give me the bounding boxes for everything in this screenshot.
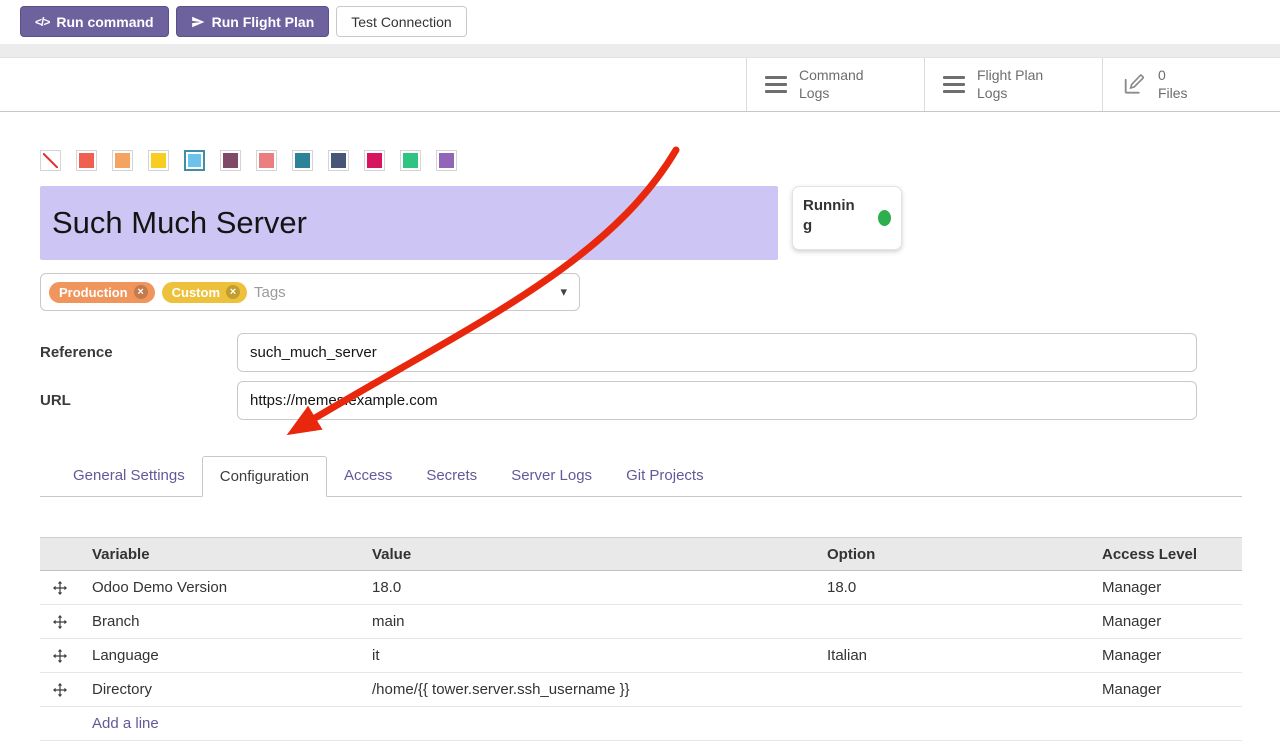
tab-general-settings[interactable]: General Settings bbox=[56, 456, 202, 496]
drag-handle-icon[interactable] bbox=[40, 649, 80, 663]
cell-variable[interactable]: Directory bbox=[80, 681, 360, 698]
table-row[interactable]: Odoo Demo Version 18.0 18.0 Manager bbox=[40, 571, 1242, 605]
form-fields: Reference such_much_server URL https://m… bbox=[40, 333, 1197, 420]
cell-value[interactable]: 18.0 bbox=[360, 579, 815, 596]
cell-access[interactable]: Manager bbox=[1090, 579, 1242, 596]
cell-variable[interactable]: Language bbox=[80, 647, 360, 664]
color-swatch[interactable] bbox=[400, 150, 421, 171]
command-logs-button[interactable]: Command Logs bbox=[746, 58, 924, 111]
reference-input[interactable]: such_much_server bbox=[237, 333, 1197, 372]
divider-strip bbox=[0, 44, 1280, 58]
cell-value[interactable]: main bbox=[360, 613, 815, 630]
list-icon bbox=[943, 76, 965, 93]
reference-label: Reference bbox=[40, 344, 237, 361]
list-icon bbox=[765, 76, 787, 93]
status-dot-icon bbox=[878, 210, 891, 226]
header-variable: Variable bbox=[80, 546, 360, 563]
cell-access[interactable]: Manager bbox=[1090, 681, 1242, 698]
color-swatch[interactable] bbox=[112, 150, 133, 171]
add-line-link[interactable]: Add a line bbox=[92, 715, 159, 732]
cell-option[interactable]: Italian bbox=[815, 647, 1090, 664]
tag-pill: Production × bbox=[49, 282, 155, 303]
cell-variable[interactable]: Branch bbox=[80, 613, 360, 630]
table-row[interactable]: Directory /home/{{ tower.server.ssh_user… bbox=[40, 673, 1242, 707]
cell-access[interactable]: Manager bbox=[1090, 613, 1242, 630]
cell-variable[interactable]: Odoo Demo Version bbox=[80, 579, 360, 596]
header-access-level: Access Level bbox=[1090, 546, 1242, 563]
color-swatch-none[interactable] bbox=[40, 150, 61, 171]
top-toolbar: </> Run command Run Flight Plan Test Con… bbox=[0, 0, 1280, 44]
cell-value[interactable]: /home/{{ tower.server.ssh_username }} bbox=[360, 681, 815, 698]
header-option: Option bbox=[815, 546, 1090, 563]
run-flight-plan-button[interactable]: Run Flight Plan bbox=[176, 6, 330, 37]
tab-configuration[interactable]: Configuration bbox=[202, 456, 327, 497]
table-row[interactable]: Branch main Manager bbox=[40, 605, 1242, 639]
drag-handle-icon[interactable] bbox=[40, 581, 80, 595]
color-swatch[interactable] bbox=[292, 150, 313, 171]
cell-access[interactable]: Manager bbox=[1090, 647, 1242, 664]
run-command-button[interactable]: </> Run command bbox=[20, 6, 169, 37]
color-swatch[interactable] bbox=[220, 150, 241, 171]
code-icon: </> bbox=[35, 15, 49, 29]
color-swatch[interactable] bbox=[364, 150, 385, 171]
server-name-input[interactable]: Such Much Server bbox=[40, 186, 778, 260]
drag-handle-icon[interactable] bbox=[40, 615, 80, 629]
tab-git-projects[interactable]: Git Projects bbox=[609, 456, 721, 496]
drag-handle-icon[interactable] bbox=[40, 683, 80, 697]
notebook-tabs: General Settings Configuration Access Se… bbox=[40, 456, 1242, 497]
files-label: Files bbox=[1158, 85, 1188, 103]
variables-table: Variable Value Option Access Level Odoo … bbox=[40, 537, 1242, 741]
edit-icon bbox=[1121, 72, 1146, 97]
table-row[interactable]: Language it Italian Manager bbox=[40, 639, 1242, 673]
tag-label: Custom bbox=[172, 285, 220, 300]
tag-label: Production bbox=[59, 285, 128, 300]
url-input[interactable]: https://memes.example.com bbox=[237, 381, 1197, 420]
add-line-row: Add a line bbox=[40, 707, 1242, 741]
status-label: Running bbox=[803, 196, 857, 240]
color-swatch[interactable] bbox=[328, 150, 349, 171]
tag-pill: Custom × bbox=[162, 282, 247, 303]
color-swatch[interactable] bbox=[436, 150, 457, 171]
color-picker bbox=[40, 150, 1242, 171]
header-value: Value bbox=[360, 546, 815, 563]
color-swatch[interactable] bbox=[256, 150, 277, 171]
tags-placeholder: Tags bbox=[254, 284, 286, 301]
table-header-row: Variable Value Option Access Level bbox=[40, 537, 1242, 571]
flight-plan-logs-label: Flight Plan Logs bbox=[977, 67, 1057, 102]
files-button[interactable]: 0 Files bbox=[1102, 58, 1280, 111]
tags-input[interactable]: Production × Custom × Tags ▾ bbox=[40, 273, 580, 311]
tag-remove-icon[interactable]: × bbox=[226, 285, 240, 299]
flight-plan-logs-button[interactable]: Flight Plan Logs bbox=[924, 58, 1102, 111]
chevron-down-icon[interactable]: ▾ bbox=[560, 284, 567, 300]
status-badge[interactable]: Running bbox=[792, 186, 902, 250]
stat-bar: Command Logs Flight Plan Logs 0 Files bbox=[0, 58, 1280, 112]
paper-plane-icon bbox=[191, 15, 205, 29]
color-swatch-selected[interactable] bbox=[184, 150, 205, 171]
color-swatch[interactable] bbox=[76, 150, 97, 171]
run-flight-plan-label: Run Flight Plan bbox=[212, 14, 315, 30]
command-logs-label: Command Logs bbox=[799, 67, 879, 102]
test-connection-button[interactable]: Test Connection bbox=[336, 6, 466, 37]
color-swatch[interactable] bbox=[148, 150, 169, 171]
tab-access[interactable]: Access bbox=[327, 456, 409, 496]
tag-remove-icon[interactable]: × bbox=[134, 285, 148, 299]
cell-value[interactable]: it bbox=[360, 647, 815, 664]
run-command-label: Run command bbox=[56, 14, 153, 30]
cell-option[interactable]: 18.0 bbox=[815, 579, 1090, 596]
tab-secrets[interactable]: Secrets bbox=[409, 456, 494, 496]
files-count: 0 bbox=[1158, 67, 1188, 85]
url-label: URL bbox=[40, 392, 237, 409]
tab-server-logs[interactable]: Server Logs bbox=[494, 456, 609, 496]
main-content: Such Much Server Running Production × Cu… bbox=[0, 150, 1280, 741]
